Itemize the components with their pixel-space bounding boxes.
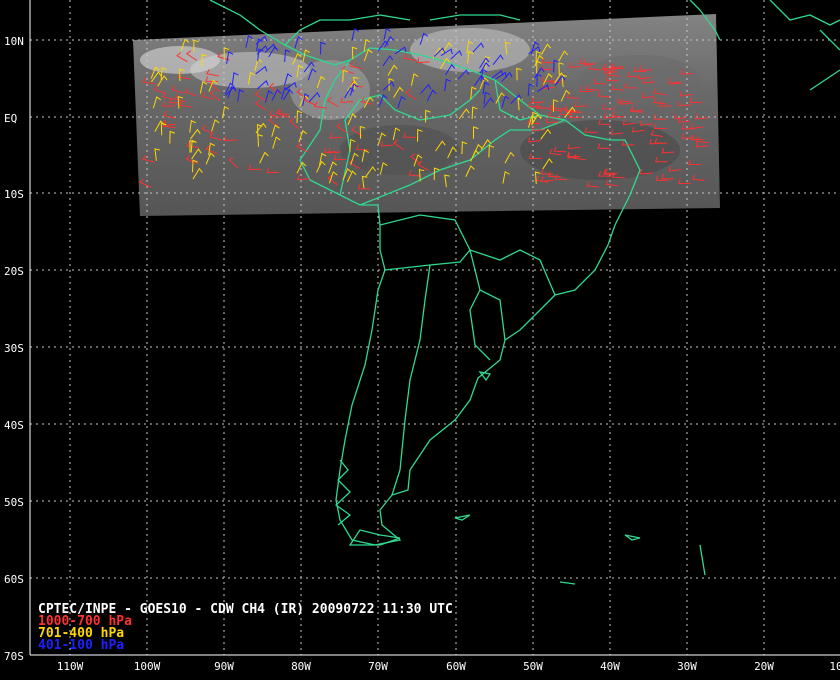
longitude-label: 60W bbox=[446, 660, 466, 673]
map-caption: CPTEC/INPE - GOES10 - CDW CH4 (IR) 20090… bbox=[38, 603, 453, 653]
latitude-label: 70S bbox=[4, 650, 24, 663]
longitude-label: 110W bbox=[56, 660, 84, 673]
latitude-label: EQ bbox=[4, 112, 18, 125]
longitude-label: 90W bbox=[214, 660, 234, 673]
longitude-label: 20W bbox=[754, 660, 774, 673]
latitude-label: 30S bbox=[4, 342, 24, 355]
satellite-image-strip bbox=[133, 14, 720, 216]
longitude-label: 10 bbox=[829, 660, 840, 673]
longitude-label: 70W bbox=[368, 660, 388, 673]
latitude-label: 40S bbox=[4, 419, 24, 432]
longitude-label: 80W bbox=[291, 660, 311, 673]
latitude-label: 10N bbox=[4, 35, 24, 48]
latitude-label: 10S bbox=[4, 188, 24, 201]
longitude-label: 50W bbox=[523, 660, 543, 673]
wind-vector-map bbox=[29, 0, 840, 656]
longitude-label: 100W bbox=[133, 660, 161, 673]
longitude-label: 30W bbox=[677, 660, 697, 673]
latitude-label: 60S bbox=[4, 573, 24, 586]
legend-401-100-hpa: 401-100 hPa bbox=[38, 638, 125, 653]
map-frame: 10N EQ 10S 20S 30S 40S 50S 60S 70S 110W 100W 90W 80… bbox=[0, 0, 840, 680]
latitude-label: 20S bbox=[4, 265, 24, 278]
longitude-label: 40W bbox=[600, 660, 620, 673]
latitude-label: 50S bbox=[4, 496, 24, 509]
